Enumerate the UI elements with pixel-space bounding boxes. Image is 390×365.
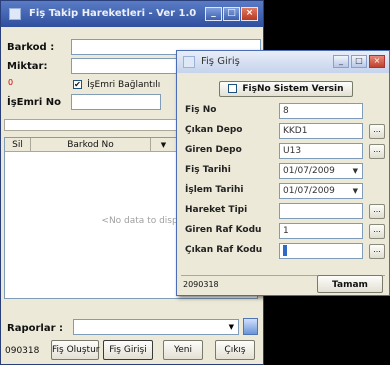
dialog-field-value: U13 <box>283 146 302 156</box>
main-window-title: Fiş Takip Hareketleri - Ver 1.0 <box>29 8 197 19</box>
chevron-down-icon[interactable]: ▼ <box>353 184 358 198</box>
chevron-down-icon: ▼ <box>228 323 234 331</box>
isemri-checkbox-label: İşEmri Bağlantılı <box>87 80 161 90</box>
miktar-label: Miktar: <box>7 61 48 72</box>
dialog-field-input[interactable]: U13 <box>279 143 363 159</box>
dialog-field-input[interactable]: 01/07/2009 ▼ <box>279 163 363 179</box>
dialog-field-input[interactable]: 1 <box>279 223 363 239</box>
grid-header-sil[interactable]: Sil <box>5 138 31 152</box>
dialog-maximize-icon[interactable]: □ <box>351 55 367 68</box>
dialog-minimize-icon[interactable]: _ <box>333 55 349 68</box>
dialog-field-lookup-button[interactable]: ... <box>369 244 385 259</box>
dialog-title-bar[interactable]: Fiş Giriş _ □ × <box>177 51 389 73</box>
dialog-field-label: Giren Raf Kodu <box>185 225 262 235</box>
dialog-field-input[interactable]: 8 <box>279 103 363 119</box>
isemri-no-input[interactable] <box>71 94 161 110</box>
dialog-field-input[interactable] <box>279 203 363 219</box>
barkod-label: Barkod : <box>7 42 55 53</box>
dialog-field-value: 01/07/2009 <box>283 186 335 196</box>
fisno-sistem-label: FişNo Sistem Versin <box>242 84 344 94</box>
checkbox-check-icon: ✔ <box>73 79 82 89</box>
dialog-field-input[interactable] <box>279 243 363 259</box>
dialog-field-label: Giren Depo <box>185 145 242 155</box>
grid-header-dropdown-icon[interactable]: ▼ <box>151 138 177 152</box>
fis-olustur-button[interactable]: Fiş Oluştur <box>51 340 99 360</box>
dialog-field-lookup-button[interactable]: ... <box>369 144 385 159</box>
dialog-title: Fiş Giriş <box>201 56 240 67</box>
dialog-icon <box>183 56 195 68</box>
dialog-field-value: KKD1 <box>283 126 308 136</box>
chevron-down-icon[interactable]: ▼ <box>353 164 358 178</box>
dialog-field-lookup-button[interactable]: ... <box>369 224 385 239</box>
text-cursor-icon <box>283 245 287 256</box>
dialog-field-input[interactable]: KKD1 <box>279 123 363 139</box>
report-print-icon[interactable] <box>243 318 258 335</box>
dialog-field-value: 01/07/2009 <box>283 166 335 176</box>
dialog-field-lookup-button[interactable]: ... <box>369 204 385 219</box>
raporlar-label: Raporlar : <box>7 323 63 334</box>
minimize-icon[interactable]: _ <box>205 7 222 21</box>
fis-girisi-button[interactable]: Fiş Girişi <box>103 340 153 360</box>
grid-header-barkod-no[interactable]: Barkod No <box>31 138 151 152</box>
main-title-bar[interactable]: Fiş Takip Hareketleri - Ver 1.0 _ □ × <box>1 1 263 27</box>
fis-giris-dialog: Fiş Giriş _ □ × FişNo Sistem Versin 2090… <box>176 50 390 296</box>
dialog-footer-number: 2090318 <box>183 280 219 289</box>
bottom-number: 090318 <box>5 346 40 356</box>
app-icon <box>9 8 21 20</box>
dialog-field-label: Fiş Tarihi <box>185 165 231 175</box>
red-indicator: 0 <box>8 78 14 87</box>
dialog-field-label: Çıkan Raf Kodu <box>185 245 263 255</box>
tamam-button[interactable]: Tamam <box>317 275 383 293</box>
dialog-close-icon[interactable]: × <box>369 55 385 68</box>
maximize-icon[interactable]: □ <box>223 7 240 21</box>
dialog-field-value: 1 <box>283 226 289 236</box>
dialog-field-value: 8 <box>283 106 289 116</box>
fisno-sistem-checkbox[interactable]: FişNo Sistem Versin <box>219 81 353 97</box>
dialog-field-lookup-button[interactable]: ... <box>369 124 385 139</box>
dialog-field-label: İşlem Tarihi <box>185 185 244 195</box>
dialog-field-label: Fiş No <box>185 105 217 115</box>
isemri-checkbox[interactable]: ✔ İşEmri Bağlantılı <box>73 79 160 90</box>
dialog-field-input[interactable]: 01/07/2009 ▼ <box>279 183 363 199</box>
isemri-no-label: İşEmri No <box>7 97 62 108</box>
raporlar-select[interactable]: ▼ <box>73 319 239 335</box>
dialog-field-label: Hareket Tipi <box>185 205 248 215</box>
yeni-button[interactable]: Yeni <box>163 340 203 360</box>
dialog-field-label: Çıkan Depo <box>185 125 243 135</box>
checkbox-icon <box>228 84 238 93</box>
close-icon[interactable]: × <box>241 7 258 21</box>
cikis-button[interactable]: Çıkış <box>215 340 255 360</box>
